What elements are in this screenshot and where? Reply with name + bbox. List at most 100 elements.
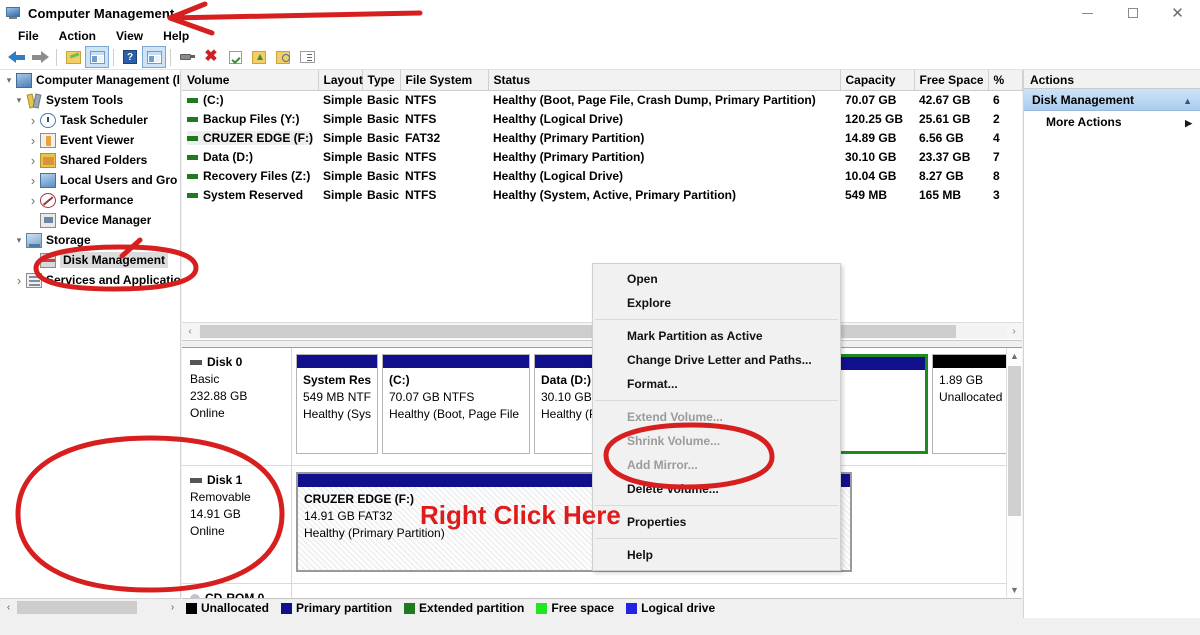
table-row[interactable]: CRUZER EDGE (F:) Simple Basic FAT32 Heal… [182,129,1022,148]
cell-status: Healthy (Logical Drive) [488,110,840,129]
column-header-layout[interactable]: Layout [318,70,362,91]
chevron-right-icon[interactable] [12,273,26,288]
menu-view[interactable]: View [106,28,153,44]
chevron-down-icon[interactable] [12,235,26,246]
column-header-type[interactable]: Type [362,70,400,91]
chevron-down-icon[interactable] [2,75,16,86]
scrollbar-thumb[interactable] [1008,366,1021,516]
context-menu-item-help[interactable]: Help [593,543,840,567]
chevron-right-icon[interactable] [26,113,40,128]
cell-file-system: NTFS [400,186,488,205]
partition-block[interactable]: (C:) 70.07 GB NTFS Healthy (Boot, Page F… [382,354,530,454]
chevron-right-icon[interactable] [1185,115,1192,129]
cell-capacity: 14.89 GB [840,129,914,148]
sidebar-item-services-and-applications[interactable]: Services and Applicatio [0,270,180,290]
context-menu-item-change-drive-letter-and-paths[interactable]: Change Drive Letter and Paths... [593,348,840,372]
sidebar-item-task-scheduler[interactable]: Task Scheduler [0,110,180,130]
scroll-left-icon[interactable]: ‹ [182,326,198,337]
sidebar-item-performance[interactable]: Performance [0,190,180,210]
cell-layout: Simple [318,110,362,129]
chevron-up-icon[interactable] [1183,93,1192,107]
scroll-right-icon[interactable]: › [1006,326,1022,337]
tree-root[interactable]: Computer Management (l [0,70,180,90]
cell-volume: Backup Files (Y:) [203,112,299,126]
export-icon[interactable] [247,46,271,68]
actions-group-disk-management[interactable]: Disk Management [1024,89,1200,111]
context-menu-separator [595,400,838,401]
properties-icon[interactable] [175,46,199,68]
table-header-row: Volume Layout Type File System Status Ca… [182,70,1022,91]
chevron-down-icon[interactable] [12,95,26,106]
close-button[interactable]: ✕ [1155,0,1200,26]
help-icon[interactable]: ? [118,46,142,68]
shared-folders-icon [40,153,56,168]
sidebar-item-disk-management[interactable]: Disk Management [0,250,180,270]
list-view-icon[interactable] [295,46,319,68]
context-menu-item-open[interactable]: Open [593,267,840,291]
column-header-capacity[interactable]: Capacity [840,70,914,91]
partition-block[interactable]: System Res 549 MB NTF Healthy (Sys [296,354,378,454]
sidebar-item-system-tools[interactable]: System Tools [0,90,180,110]
sidebar-item-shared-folders[interactable]: Shared Folders [0,150,180,170]
disk-view-vertical-scrollbar[interactable]: ▲ ▼ [1006,348,1022,598]
cell-percent-free: 2 [988,110,1022,129]
show-hide-action-pane-icon[interactable] [142,46,166,68]
scroll-left-icon[interactable]: ‹ [0,602,17,613]
actions-pane-header: Actions [1024,70,1200,89]
volume-icon [187,117,198,122]
context-menu-item-format[interactable]: Format... [593,372,840,396]
minimize-button[interactable] [1065,0,1110,26]
sidebar-item-storage[interactable]: Storage [0,230,180,250]
legend-swatch [626,603,637,614]
column-header-volume[interactable]: Volume [182,70,318,91]
cell-type: Basic [362,167,400,186]
sidebar-item-device-manager[interactable]: Device Manager [0,210,180,230]
scrollbar-thumb[interactable] [200,325,956,338]
column-header-percent-free[interactable]: % [988,70,1022,91]
menu-file[interactable]: File [8,28,49,44]
sidebar-item-event-viewer[interactable]: Event Viewer [0,130,180,150]
chevron-right-icon[interactable] [26,193,40,208]
disk-info[interactable]: Disk 0 Basic 232.88 GB Online [182,348,292,465]
scroll-down-icon[interactable]: ▼ [1007,582,1022,598]
cell-percent-free: 6 [988,91,1022,110]
table-row[interactable]: Recovery Files (Z:) Simple Basic NTFS He… [182,167,1022,186]
action-more-actions[interactable]: More Actions [1024,111,1200,133]
table-row[interactable]: Backup Files (Y:) Simple Basic NTFS Heal… [182,110,1022,129]
volume-icon [187,155,198,160]
disk-partitions [292,584,1022,598]
context-menu-item-explore[interactable]: Explore [593,291,840,315]
table-row[interactable]: (C:) Simple Basic NTFS Healthy (Boot, Pa… [182,91,1022,110]
context-menu-item-mark-partition-as-active[interactable]: Mark Partition as Active [593,324,840,348]
show-hide-tree-icon[interactable] [85,46,109,68]
chevron-right-icon[interactable] [26,153,40,168]
chevron-right-icon[interactable] [26,173,40,188]
search-icon[interactable] [271,46,295,68]
context-menu-item-properties[interactable]: Properties [593,510,840,534]
column-header-status[interactable]: Status [488,70,840,91]
menu-action[interactable]: Action [49,28,106,44]
column-header-file-system[interactable]: File System [400,70,488,91]
sidebar-item-local-users[interactable]: Local Users and Gro [0,170,180,190]
tree-horizontal-scrollbar[interactable]: ‹ › [0,598,181,615]
context-menu-item-delete-volume[interactable]: Delete Volume... [593,477,840,501]
menu-help[interactable]: Help [153,28,199,44]
disk-info[interactable]: Disk 1 Removable 14.91 GB Online [182,466,292,583]
check-icon[interactable] [223,46,247,68]
delete-icon[interactable]: ✖ [199,46,223,68]
volume-icon [187,98,198,103]
back-arrow-icon[interactable] [4,46,28,68]
scrollbar-thumb[interactable] [17,601,137,614]
maximize-button[interactable] [1110,0,1155,26]
chevron-right-icon[interactable] [26,133,40,148]
column-header-free-space[interactable]: Free Space [914,70,988,91]
disk-type: Removable [190,489,283,506]
disk-info[interactable]: CD-ROM 0 [182,584,292,598]
scroll-up-icon[interactable]: ▲ [1007,348,1022,364]
cell-layout: Simple [318,167,362,186]
forward-arrow-icon[interactable] [28,46,52,68]
table-row[interactable]: System Reserved Simple Basic NTFS Health… [182,186,1022,205]
up-folder-icon[interactable] [61,46,85,68]
scroll-right-icon[interactable]: › [164,602,181,613]
table-row[interactable]: Data (D:) Simple Basic NTFS Healthy (Pri… [182,148,1022,167]
